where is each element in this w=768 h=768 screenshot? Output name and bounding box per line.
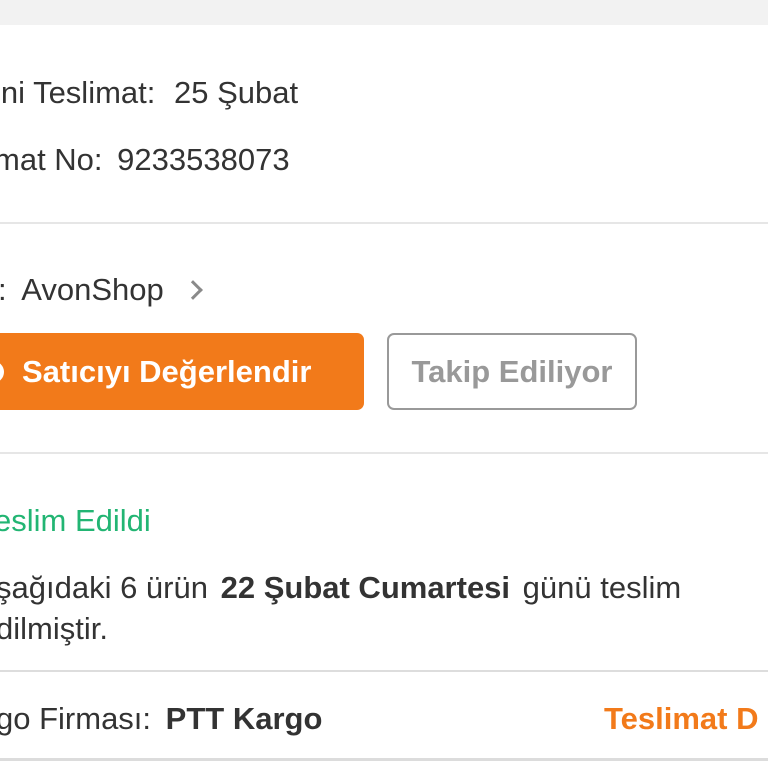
shipping-card: go Firması: PTT Kargo Teslimat D: [0, 672, 768, 768]
seller-name: AvonShop: [21, 272, 164, 307]
delivery-detail-link[interactable]: Teslimat D: [604, 701, 758, 737]
seller-link[interactable]: : AvonShop: [0, 272, 204, 308]
divider: [0, 758, 768, 761]
delivery-status-title: eslim Edildi: [0, 503, 151, 538]
delivery-number-label: mat No:: [0, 142, 103, 177]
delivery-info-card: ini Teslimat: 25 Şubat mat No: 923353807…: [0, 25, 768, 222]
delivery-status-card: eslim Edildi şağıdaki 6 ürün 22 Şubat Cu…: [0, 454, 768, 670]
estimated-delivery-row: ini Teslimat: 25 Şubat: [0, 75, 298, 111]
carrier-row: go Firması: PTT Kargo: [0, 701, 322, 737]
status-message-suffix: günü teslim: [522, 570, 682, 605]
follow-button[interactable]: Takip Ediliyor: [387, 333, 637, 410]
delivery-number-value: 9233538073: [117, 142, 290, 177]
delivery-status-message-line2: dilmiştir.: [0, 611, 108, 646]
status-message-prefix: şağıdaki 6 ürün: [0, 570, 208, 605]
chevron-right-icon: [183, 280, 204, 300]
delivery-status-message: şağıdaki 6 ürün 22 Şubat Cumartesi günü …: [0, 570, 681, 606]
rate-seller-button[interactable]: Satıcıyı Değerlendir: [0, 333, 364, 410]
estimated-delivery-value: 25 Şubat: [174, 75, 299, 110]
estimated-delivery-label: ini Teslimat:: [0, 75, 156, 110]
carrier-value: PTT Kargo: [165, 701, 323, 736]
seller-label: :: [0, 272, 7, 307]
follow-label: Takip Ediliyor: [411, 353, 613, 389]
status-message-date: 22 Şubat Cumartesi: [220, 570, 511, 605]
order-detail-screen: ini Teslimat: 25 Şubat mat No: 923353807…: [0, 0, 768, 768]
delivery-number-row: mat No: 9233538073: [0, 142, 290, 178]
rate-seller-label: Satıcıyı Değerlendir: [22, 353, 312, 389]
carrier-label: go Firması:: [0, 701, 152, 736]
rate-icon: [0, 361, 4, 383]
